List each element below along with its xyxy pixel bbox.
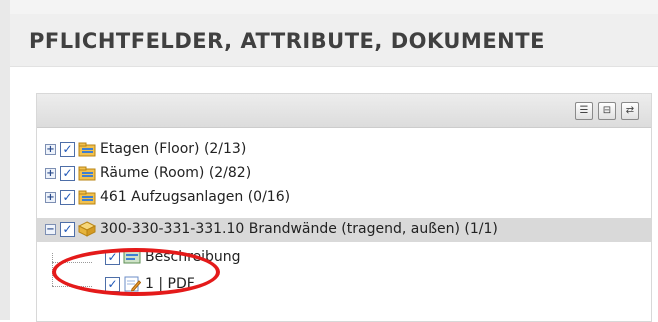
tree-item-label: 300-330-331-331.10 Brandwände (tragend, …: [100, 221, 498, 237]
tree-toolbar: ☰ ⊟ ⇄: [37, 94, 651, 128]
expand-icon[interactable]: +: [45, 144, 56, 155]
tree-item-label: 461 Aufzugsanlagen (0/16): [100, 189, 291, 205]
tree-item-raeume[interactable]: + ✓ Räume (Room) (2/82): [37, 162, 651, 186]
tree-item-beschreibung[interactable]: ✓ Beschreibung: [37, 246, 651, 270]
checkbox-checked-icon[interactable]: ✓: [60, 166, 75, 181]
checkbox-checked-icon[interactable]: ✓: [60, 190, 75, 205]
refresh-icon[interactable]: ⇄: [621, 102, 639, 120]
checkbox-checked-icon[interactable]: ✓: [105, 277, 120, 292]
folder-layers-icon: [78, 142, 96, 157]
tree-item-pdf[interactable]: ✓ 1 | PDF: [37, 273, 651, 297]
list-view-icon[interactable]: ☰: [575, 102, 593, 120]
expand-icon[interactable]: +: [45, 168, 56, 179]
cube-icon: [78, 221, 96, 237]
tree-container: ☰ ⊟ ⇄ + ✓ Etagen (Floor) (2/13) + ✓ Räum…: [36, 93, 652, 322]
collapse-icon[interactable]: −: [45, 224, 56, 235]
expand-icon[interactable]: +: [45, 192, 56, 203]
folder-layers-icon: [78, 166, 96, 181]
page-left-border: [0, 0, 10, 320]
checkbox-checked-icon[interactable]: ✓: [60, 222, 75, 237]
description-icon: [123, 250, 141, 264]
panel-header: PFLICHTFELDER, ATTRIBUTE, DOKUMENTE: [10, 14, 658, 67]
tree-item-etagen[interactable]: + ✓ Etagen (Floor) (2/13): [37, 138, 651, 162]
folder-layers-icon: [78, 190, 96, 205]
tree-item-label: 1 | PDF: [145, 276, 195, 292]
tree-item-label: Etagen (Floor) (2/13): [100, 141, 247, 157]
checkbox-checked-icon[interactable]: ✓: [60, 142, 75, 157]
panel-title: PFLICHTFELDER, ATTRIBUTE, DOKUMENTE: [29, 29, 545, 53]
top-strip: [0, 0, 658, 14]
tree-item-aufzugsanlagen[interactable]: + ✓ 461 Aufzugsanlagen (0/16): [37, 186, 651, 210]
tree-view-icon[interactable]: ⊟: [598, 102, 616, 120]
checkbox-checked-icon[interactable]: ✓: [105, 250, 120, 265]
tree-item-label: Beschreibung: [145, 249, 241, 265]
attributes-panel: PFLICHTFELDER, ATTRIBUTE, DOKUMENTE ☰ ⊟ …: [10, 14, 658, 322]
tree-item-label: Räume (Room) (2/82): [100, 165, 252, 181]
document-edit-icon: [124, 276, 141, 292]
tree-item-brandwaende[interactable]: − ✓ 300-330-331-331.10 Brandwände (trage…: [37, 218, 651, 242]
